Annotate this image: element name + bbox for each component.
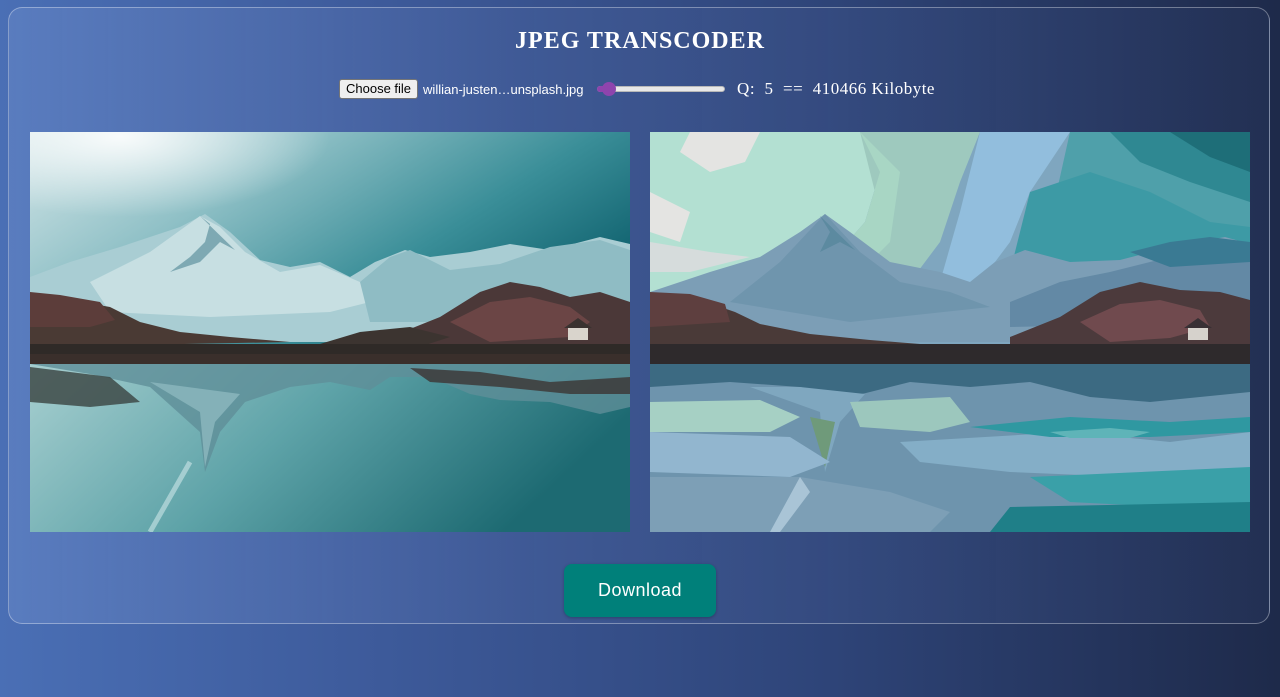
quality-label: Q: [737,79,756,98]
controls-bar: Choose file willian-justen…unsplash.jpg … [339,78,935,100]
quality-value: 5 [764,79,774,98]
download-button[interactable]: Download [564,564,716,617]
original-image [30,132,630,532]
transcoded-image-graphic [650,132,1250,532]
transcoded-image [650,132,1250,532]
selected-file-name: willian-justen…unsplash.jpg [423,81,584,97]
original-image-graphic [30,132,630,532]
quality-slider[interactable] [597,81,726,97]
page-title: JPEG TRANSCODER [515,28,765,54]
quality-slider-thumb[interactable] [601,82,616,96]
choose-file-button[interactable]: Choose file [339,79,419,99]
equals-sign: == [783,79,804,98]
quality-slider-track [597,86,726,92]
file-size-unit: Kilobyte [871,79,935,98]
quality-readout: Q: 5 == 410466 Kilobyte [737,79,935,99]
file-size-value: 410466 [812,79,867,98]
